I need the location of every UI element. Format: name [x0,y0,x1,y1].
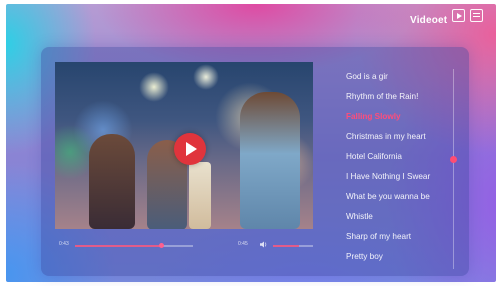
playlist-item[interactable]: Christmas in my heart [346,130,451,150]
playlist-item[interactable]: Falling Slowly [346,110,451,130]
playlist-item[interactable]: Rhythm of the Rain! [346,90,451,110]
current-time: 0:43 [59,241,69,247]
volume-fill [273,245,299,247]
playlist-scroll-handle[interactable] [450,155,457,163]
playlist-scrollbar[interactable] [450,69,457,269]
video-play-button[interactable] [174,133,206,165]
playlist-item[interactable]: What be you wanna be [346,190,451,210]
playlist-item[interactable]: Sharp of my heart [346,230,451,250]
header-play-icon[interactable] [452,9,465,22]
bokeh-light [193,64,219,90]
progress-handle[interactable] [158,243,164,248]
progress-fill [75,245,162,247]
volume-icon[interactable] [260,241,268,248]
playlist-item[interactable]: God is a gir [346,70,451,90]
video-frame[interactable] [55,62,313,229]
bokeh-light [139,72,169,102]
playlist-item[interactable]: I Have Nothing I Swear [346,170,451,190]
duration-time: 0:45 [238,241,248,247]
playlist-item[interactable]: Hotel California [346,150,451,170]
app-title: Videoet [410,15,448,26]
player-controls: 0:43 0:45 [55,238,315,252]
person-figure [89,134,135,229]
volume-slider[interactable] [273,245,313,247]
playlist-item[interactable]: Whistle [346,210,451,230]
person-figure [240,92,300,229]
sparkler-light [189,162,211,229]
header-playlist-icon[interactable] [470,9,483,22]
playlist-item[interactable]: Pretty boy [346,250,451,270]
progress-bar[interactable] [75,243,193,248]
playlist: God is a gir Rhythm of the Rain! Falling S… [346,70,451,270]
